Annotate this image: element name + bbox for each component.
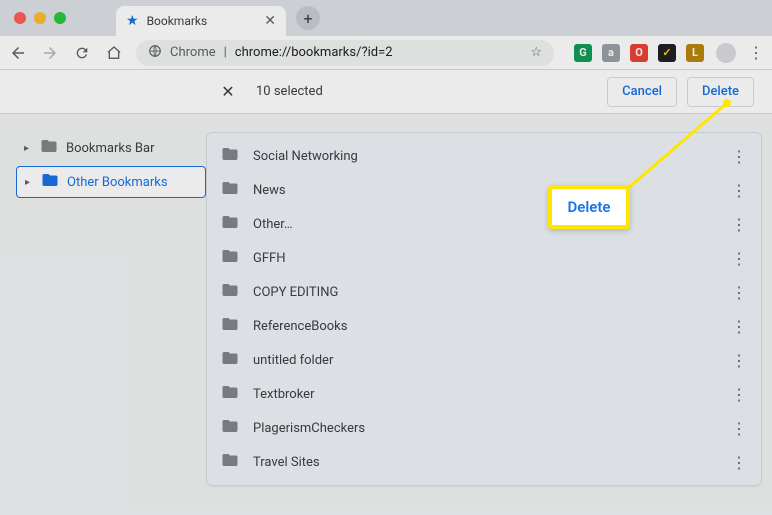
window-controls (14, 12, 66, 24)
folder-name: Textbroker (253, 387, 731, 402)
folder-name: GFFH (253, 251, 731, 266)
list-item[interactable]: Travel Sites⋮ (207, 445, 761, 479)
folder-icon (221, 315, 239, 337)
address-bar[interactable]: Chrome | chrome://bookmarks/?id=2 ☆ (136, 40, 554, 66)
folder-icon (221, 281, 239, 303)
folder-name: untitled folder (253, 353, 731, 368)
url-scheme-label: Chrome (170, 45, 216, 60)
list-item[interactable]: Social Networking⋮ (207, 139, 761, 173)
browser-menu-icon[interactable]: ⋮ (748, 43, 764, 62)
folder-name: Social Networking (253, 149, 731, 164)
cancel-button[interactable]: Cancel (607, 77, 677, 107)
forward-button[interactable] (40, 43, 60, 63)
annotation-label: Delete (568, 198, 611, 216)
item-menu-icon[interactable]: ⋮ (731, 283, 747, 302)
tab-title: Bookmarks (147, 14, 257, 28)
folder-icon (221, 451, 239, 473)
folder-icon (41, 171, 59, 193)
extensions-area: GaO ✓ L (574, 44, 704, 62)
item-menu-icon[interactable]: ⋮ (731, 215, 747, 234)
delete-button[interactable]: Delete (687, 77, 754, 107)
extension-ev-icon[interactable]: ✓ (658, 44, 676, 62)
list-item[interactable]: News⋮ (207, 173, 761, 207)
reload-button[interactable] (72, 43, 92, 63)
item-menu-icon[interactable]: ⋮ (731, 317, 747, 336)
bookmark-star-icon: ★ (126, 13, 139, 29)
browser-tab[interactable]: ★ Bookmarks ✕ (116, 6, 286, 36)
sidebar: ▸ Bookmarks Bar ▸ Other Bookmarks (6, 132, 206, 486)
folder-name: PlagerismCheckers (253, 421, 731, 436)
bookmark-page-icon[interactable]: ☆ (530, 45, 542, 60)
item-menu-icon[interactable]: ⋮ (731, 453, 747, 472)
item-menu-icon[interactable]: ⋮ (731, 249, 747, 268)
item-menu-icon[interactable]: ⋮ (731, 351, 747, 370)
new-tab-button[interactable]: + (296, 6, 320, 30)
extension-o-icon[interactable]: O (630, 44, 648, 62)
minimize-window-button[interactable] (34, 12, 46, 24)
selection-count: 10 selected (256, 84, 323, 99)
profile-avatar[interactable] (716, 43, 736, 63)
sidebar-item-label: Bookmarks Bar (66, 141, 155, 156)
item-menu-icon[interactable]: ⋮ (731, 419, 747, 438)
back-button[interactable] (8, 43, 28, 63)
sidebar-item-bookmarks-bar[interactable]: ▸ Bookmarks Bar (16, 132, 206, 164)
home-button[interactable] (104, 43, 124, 63)
extension-a-icon[interactable]: a (602, 44, 620, 62)
close-selection-icon[interactable]: ✕ (218, 82, 238, 101)
folder-name: ReferenceBooks (253, 319, 731, 334)
folder-icon (221, 417, 239, 439)
chevron-right-icon: ▸ (24, 143, 32, 154)
folder-name: News (253, 183, 731, 198)
bookmarks-content: ▸ Bookmarks Bar ▸ Other Bookmarks Social Ne… (0, 114, 772, 486)
annotation-callout: Delete (548, 185, 630, 229)
url-text: chrome://bookmarks/?id=2 (235, 45, 523, 60)
list-item[interactable]: ReferenceBooks⋮ (207, 309, 761, 343)
folder-icon (221, 213, 239, 235)
browser-toolbar: Chrome | chrome://bookmarks/?id=2 ☆ GaO ✓… (0, 36, 772, 70)
folder-icon (221, 145, 239, 167)
list-item[interactable]: PlagerismCheckers⋮ (207, 411, 761, 445)
folder-name: COPY EDITING (253, 285, 731, 300)
close-tab-icon[interactable]: ✕ (264, 13, 276, 29)
extension-l-icon[interactable]: L (686, 44, 704, 62)
sidebar-item-label: Other Bookmarks (67, 175, 168, 190)
item-menu-icon[interactable]: ⋮ (731, 147, 747, 166)
item-menu-icon[interactable]: ⋮ (731, 385, 747, 404)
folder-icon (221, 247, 239, 269)
list-item[interactable]: untitled folder⋮ (207, 343, 761, 377)
folder-icon (221, 383, 239, 405)
folder-name: Other… (253, 217, 731, 232)
folder-icon (221, 349, 239, 371)
folder-icon (40, 137, 58, 159)
list-item[interactable]: COPY EDITING⋮ (207, 275, 761, 309)
selection-toolbar: ✕ 10 selected Cancel Delete (0, 70, 772, 114)
window-titlebar: ★ Bookmarks ✕ + (0, 0, 772, 36)
list-item[interactable]: GFFH⋮ (207, 241, 761, 275)
item-menu-icon[interactable]: ⋮ (731, 181, 747, 200)
list-item[interactable]: Textbroker⋮ (207, 377, 761, 411)
close-window-button[interactable] (14, 12, 26, 24)
fullscreen-window-button[interactable] (54, 12, 66, 24)
chevron-right-icon: ▸ (25, 177, 33, 188)
sidebar-item-other-bookmarks[interactable]: ▸ Other Bookmarks (16, 166, 206, 198)
url-divider: | (224, 45, 227, 60)
folder-name: Travel Sites (253, 455, 731, 470)
extension-g-icon[interactable]: G (574, 44, 592, 62)
site-info-icon[interactable] (148, 44, 162, 62)
list-item[interactable]: Other…⋮ (207, 207, 761, 241)
folder-icon (221, 179, 239, 201)
bookmark-list: Social Networking⋮News⋮Other…⋮GFFH⋮COPY … (206, 132, 762, 486)
